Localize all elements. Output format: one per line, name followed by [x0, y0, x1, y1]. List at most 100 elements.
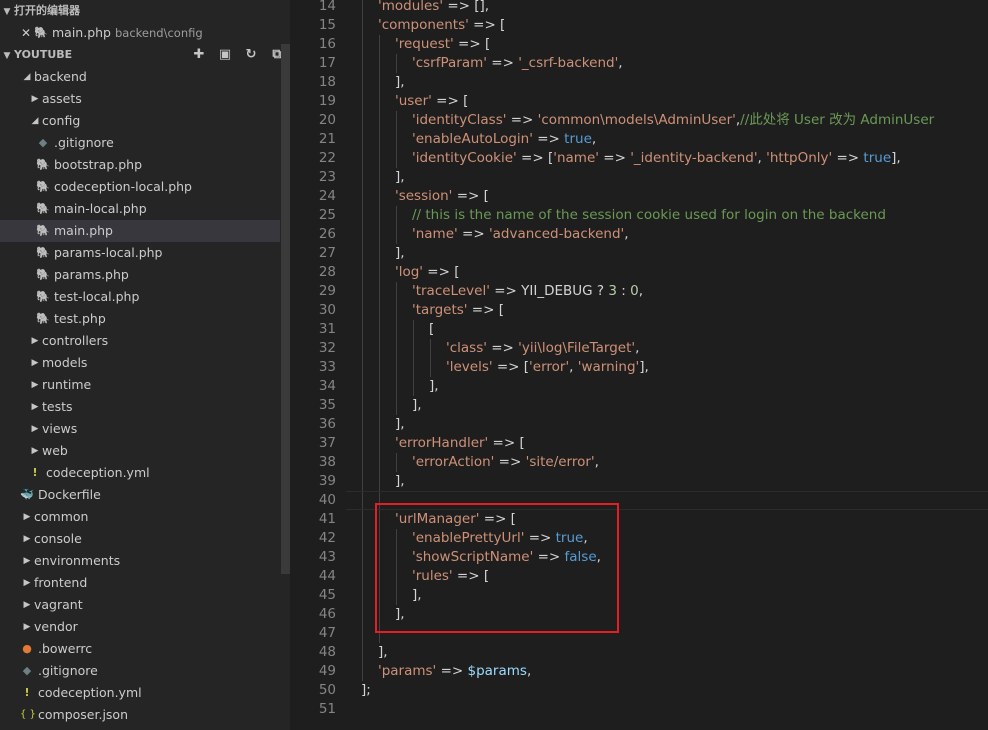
close-icon[interactable]: ✕ [18, 22, 34, 44]
line-number: 49 [318, 663, 336, 679]
line-number: 35 [318, 397, 336, 413]
tree-file[interactable]: 🐘 main-local.php [0, 198, 280, 220]
tree-folder[interactable]: ▶ models [0, 352, 280, 374]
chevron-right-icon[interactable]: ▶ [20, 594, 34, 616]
code-line: 'params' => $params, [378, 662, 531, 681]
chevron-right-icon[interactable]: ▶ [28, 330, 42, 352]
tree-file[interactable]: ◆ .gitignore [0, 132, 280, 154]
code-editor[interactable]: 14 15 16 17 18 19 20 21 22 23 24 25 26 27 28 29 30 31 32 33… [290, 0, 988, 730]
php-elephant-icon: 🐘 [36, 202, 50, 215]
tree-folder[interactable]: ▶ runtime [0, 374, 280, 396]
chevron-right-icon[interactable]: ▶ [28, 88, 42, 110]
open-editors-header[interactable]: ▼ 打开的编辑器 [0, 0, 80, 22]
tree-file[interactable]: 🐘 test-local.php [0, 286, 280, 308]
tree-file[interactable]: ! codeception.yml [0, 682, 280, 704]
tree-file[interactable]: 🐘 test.php [0, 308, 280, 330]
tree-item-label: models [42, 355, 88, 370]
chevron-right-icon[interactable]: ▶ [28, 374, 42, 396]
code-token: 'request' [395, 36, 454, 52]
git-diamond-icon: ◆ [22, 664, 32, 677]
chevron-down-icon[interactable]: ◢ [20, 66, 34, 88]
tree-folder[interactable]: ▶ vagrant [0, 594, 280, 616]
code-token: ], [891, 150, 901, 166]
code-token: 'httpOnly' [766, 150, 833, 166]
tree-item-label: backend [34, 69, 87, 84]
line-number: 17 [318, 55, 336, 71]
line-number: 24 [318, 188, 336, 204]
new-file-icon[interactable]: ✚ [192, 48, 206, 62]
project-header[interactable]: ▼ YOUTUBE ✚ ▣ ↻ ⧉ [0, 44, 290, 66]
chevron-right-icon[interactable]: ▶ [20, 528, 34, 550]
code-token: , [526, 663, 532, 679]
tree-file[interactable]: ! codeception.yml [0, 462, 280, 484]
tree-folder[interactable]: ▶ vendor [0, 616, 280, 638]
refresh-icon[interactable]: ↻ [244, 48, 258, 62]
tree-file[interactable]: 🐘 params-local.php [0, 242, 280, 264]
chevron-right-icon[interactable]: ▶ [20, 616, 34, 638]
code-token: => YII_DEBUG ? [489, 283, 609, 299]
tree-item-label: controllers [42, 333, 109, 348]
tree-file[interactable]: ● .bowerrc [0, 638, 280, 660]
tree-file[interactable]: 🐳 Dockerfile [0, 484, 280, 506]
tree-file[interactable]: ◆ .gitignore [0, 660, 280, 682]
code-token: ]; [361, 682, 371, 698]
tree-item-label: vendor [34, 619, 78, 634]
line-number: 27 [318, 245, 336, 261]
tree-item-label: .gitignore [54, 135, 114, 150]
project-title: YOUTUBE [14, 48, 73, 61]
json-braces-icon: { } [20, 709, 36, 720]
tree-file[interactable]: 🐘 main.php [0, 220, 280, 242]
sidebar-scrollbar[interactable] [281, 44, 290, 574]
line-number: 19 [318, 93, 336, 109]
php-elephant-icon: 🐘 [34, 26, 48, 39]
code-line: 'name' => 'advanced-backend', [412, 225, 629, 244]
tree-folder[interactable]: ◢ config [0, 110, 280, 132]
chevron-right-icon[interactable]: ▶ [28, 440, 42, 462]
tree-folder[interactable]: ▶ tests [0, 396, 280, 418]
chevron-down-icon[interactable]: ◢ [28, 110, 42, 132]
tree-folder[interactable]: ▶ frontend [0, 572, 280, 594]
line-number: 15 [318, 17, 336, 33]
line-number: 18 [318, 74, 336, 90]
tree-folder[interactable]: ▶ controllers [0, 330, 280, 352]
code-token: [ [429, 321, 435, 337]
tree-folder[interactable]: ▶ common [0, 506, 280, 528]
code-line: ], [395, 415, 405, 434]
open-editor-item[interactable]: ✕ 🐘 main.php backend\config [0, 22, 290, 44]
tree-file[interactable]: 🐘 codeception-local.php [0, 176, 280, 198]
chevron-right-icon[interactable]: ▶ [28, 352, 42, 374]
line-number: 37 [318, 435, 336, 451]
code-line: ], [395, 73, 405, 92]
tree-folder[interactable]: ▶ console [0, 528, 280, 550]
code-token: 'targets' [412, 302, 468, 318]
chevron-right-icon[interactable]: ▶ [20, 550, 34, 572]
tree-folder[interactable]: ▶ views [0, 418, 280, 440]
code-token: 'yii\log\FileTarget' [518, 340, 636, 356]
line-number: 25 [318, 207, 336, 223]
tree-file[interactable]: 🐘 bootstrap.php [0, 154, 280, 176]
code-token: => [ [516, 150, 554, 166]
vscode-window: ▼ 打开的编辑器 ✕ 🐘 main.php backend\config ▼ YOUTUB… [0, 0, 988, 730]
yaml-exclamation-icon: ! [24, 686, 30, 699]
code-token: , [591, 131, 597, 147]
tree-folder[interactable]: ▶ web [0, 440, 280, 462]
code-line: 'targets' => [ [412, 301, 504, 320]
code-token: ], [395, 169, 405, 185]
tree-folder[interactable]: ▶ assets [0, 88, 280, 110]
code-token: => [532, 131, 565, 147]
tree-folder[interactable]: ◢ backend [0, 66, 280, 88]
code-token: // this is the name of the session cooki… [412, 207, 886, 223]
chevron-right-icon[interactable]: ▶ [28, 396, 42, 418]
code-token: 0 [630, 283, 639, 299]
code-line: ], [395, 168, 405, 187]
chevron-right-icon[interactable]: ▶ [20, 572, 34, 594]
code-token: => [436, 663, 468, 679]
code-token: 'levels' [446, 359, 493, 375]
tree-folder[interactable]: ▶ environments [0, 550, 280, 572]
new-folder-icon[interactable]: ▣ [218, 48, 232, 62]
chevron-right-icon[interactable]: ▶ [20, 506, 34, 528]
tree-file[interactable]: { } composer.json [0, 704, 280, 726]
tree-file[interactable]: 🐘 params.php [0, 264, 280, 286]
code-token: 'params' [378, 663, 437, 679]
chevron-right-icon[interactable]: ▶ [28, 418, 42, 440]
